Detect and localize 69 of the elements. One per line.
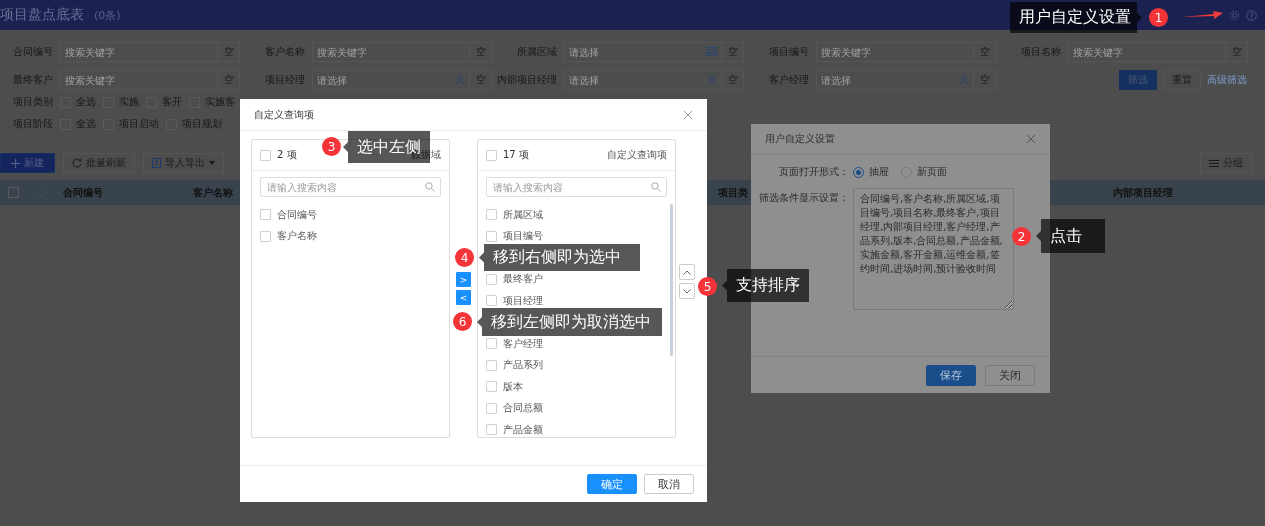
close-button[interactable] — [683, 109, 693, 120]
caret-icon — [209, 161, 215, 165]
text-area[interactable]: 合同编号,客户名称,所属区域,项目编号,项目名称,最终客户,项目经理,内部项目经理,客户经理,产品系列,版本,合同总额,产品金额,实施金额,客开金额,运维金额,签约时间,进场时间,预计验收时间 — [853, 188, 1014, 310]
callout-tooltip: 点击 — [1036, 219, 1105, 253]
dialog-title: 自定义查询项 — [254, 107, 314, 122]
move-down-button[interactable] — [679, 283, 695, 299]
move-button[interactable]: < — [456, 290, 471, 305]
list-item[interactable]: 版本 — [503, 379, 523, 394]
list-item[interactable]: 项目经理 — [503, 293, 543, 308]
panel-icon — [706, 47, 717, 56]
move-up-button[interactable] — [679, 264, 695, 280]
file-icon — [152, 158, 161, 168]
callout-tooltip: 用户自定义设置 — [1010, 2, 1142, 33]
list-item[interactable]: 客户名称 — [277, 229, 317, 244]
column-header: 内部项目经理 — [1113, 185, 1173, 200]
menu-icon — [1209, 159, 1219, 167]
field-label: 筛选条件显示设置： — [758, 191, 850, 205]
list-item[interactable]: 所属区域 — [503, 207, 543, 222]
close-text-button[interactable]: 关闭 — [985, 364, 1035, 386]
search-field[interactable]: 搜索关键字 — [1068, 42, 1226, 62]
settings-icon[interactable] — [1229, 9, 1240, 21]
column-header: 客户名称 — [193, 185, 233, 200]
scroll-bar[interactable] — [670, 204, 673, 356]
list-item[interactable]: 产品系列 — [503, 358, 543, 373]
search-field[interactable]: 搜索关键字 — [312, 42, 470, 62]
person-icon — [455, 75, 465, 85]
dialog-title: 用户自定义设置 — [765, 132, 835, 146]
person-icon — [959, 75, 969, 85]
search-icon — [425, 182, 435, 192]
column-header: 项目类 — [718, 185, 748, 200]
radio-label: 抽屉 — [869, 165, 889, 179]
panel-caption: 自定义查询项 — [607, 148, 667, 162]
item-count: 2 项 — [277, 148, 297, 162]
callout-tooltip: 移到右侧即为选中 — [479, 244, 640, 271]
chevron-up-icon — [683, 269, 691, 275]
list-item[interactable]: 合同总额 — [503, 401, 543, 416]
list-item[interactable]: 合同编号 — [277, 207, 317, 222]
callout-tooltip: 支持排序 — [722, 269, 809, 302]
field-label: 页面打开形式： — [778, 165, 850, 179]
list-item[interactable]: 项目编号 — [503, 229, 543, 244]
search-icon — [651, 182, 661, 192]
select-field[interactable]: 请选择 — [564, 70, 722, 90]
search-field[interactable]: 搜索关键字 — [60, 70, 218, 90]
list-item[interactable]: 产品金额 — [503, 422, 543, 437]
move-button[interactable]: > — [456, 272, 471, 287]
item-count: 17 项 — [503, 148, 529, 162]
list-item[interactable]: 最终客户 — [503, 272, 543, 287]
radio-label: 新页面 — [917, 165, 947, 179]
refresh-icon — [72, 158, 82, 168]
close-button[interactable] — [1026, 134, 1036, 144]
column-header: 合同编号 — [63, 185, 103, 200]
advanced-filter-link[interactable]: 高级筛选 — [1207, 73, 1247, 87]
list-item[interactable]: 客户经理 — [503, 336, 543, 351]
plus-icon — [11, 158, 20, 168]
chevron-down-icon — [683, 288, 691, 294]
select-field[interactable]: 请选择 — [312, 70, 470, 90]
search-field[interactable]: 搜索关键字 — [60, 42, 218, 62]
checkbox[interactable] — [8, 187, 19, 198]
search-field[interactable]: 搜索关键字 — [816, 42, 974, 62]
person-icon — [707, 75, 717, 85]
record-count: (0条) — [94, 7, 121, 23]
select-field[interactable]: 请选择 — [816, 70, 974, 90]
cancel-button[interactable]: 取消 — [644, 474, 694, 494]
confirm-button[interactable]: 确定 — [587, 474, 637, 494]
callout-tooltip: 移到左侧即为取消选中 — [477, 308, 662, 336]
page-title: 项目盘点底表 — [0, 6, 84, 24]
help-icon[interactable] — [1246, 9, 1257, 21]
save-button[interactable]: 保存 — [926, 364, 976, 386]
select-field[interactable]: 请选择 — [564, 42, 722, 62]
